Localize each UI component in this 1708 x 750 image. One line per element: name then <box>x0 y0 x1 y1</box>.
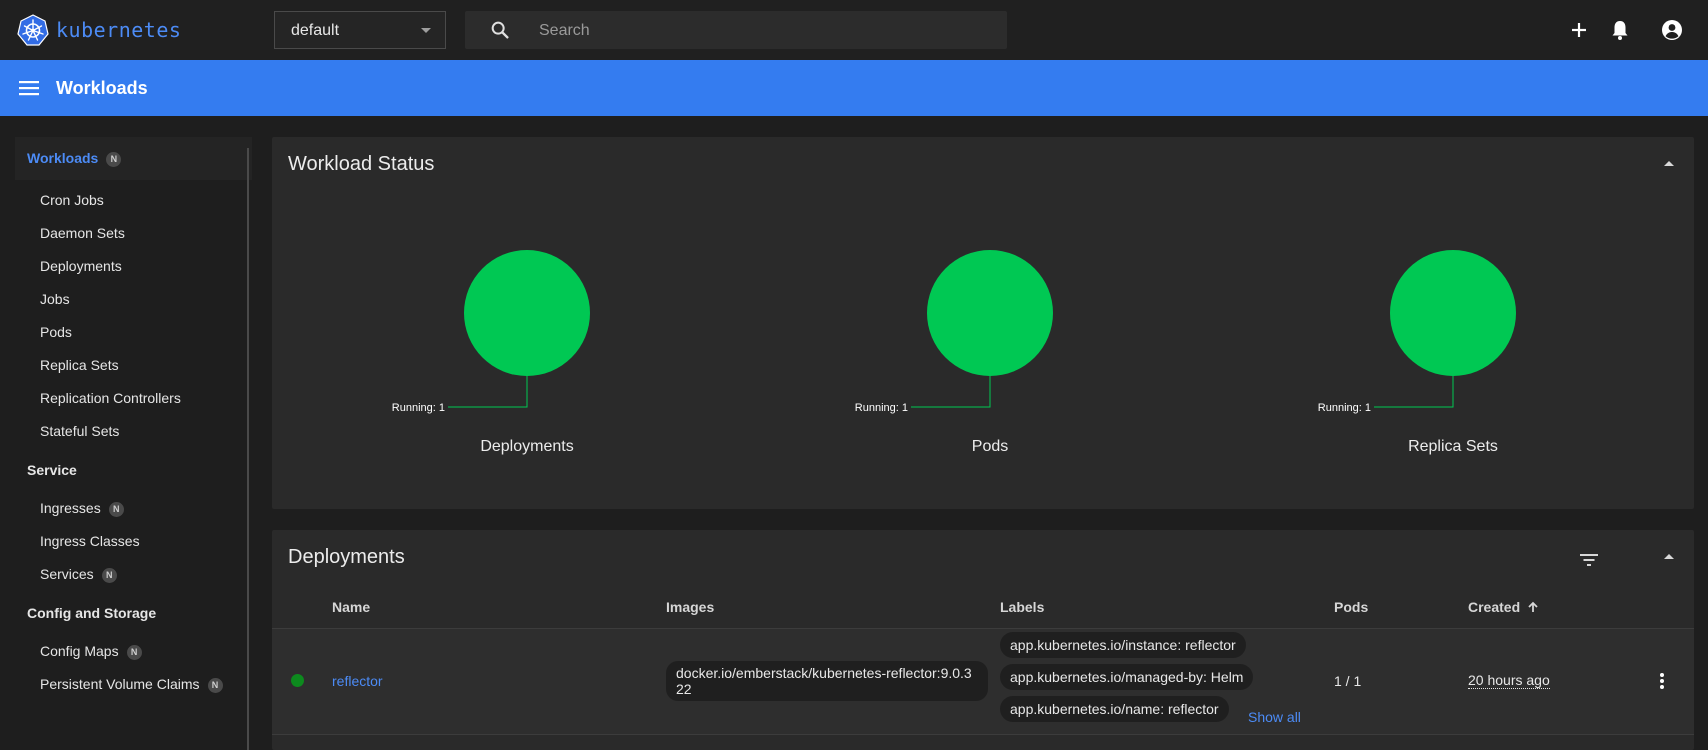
sidebar-item-label: Persistent Volume Claims <box>40 676 200 692</box>
sidebar-item-deployments[interactable]: Deployments <box>15 258 265 274</box>
account-icon[interactable] <box>1660 18 1684 42</box>
column-header-labels: Labels <box>1000 599 1045 615</box>
search-input[interactable] <box>537 11 981 51</box>
brand-name[interactable]: kubernetes <box>56 18 181 42</box>
column-header-label: Created <box>1468 599 1521 615</box>
more-vert-icon[interactable] <box>1652 671 1672 691</box>
namespace-value: default <box>291 22 340 39</box>
pie-slice-running[interactable] <box>927 250 1053 376</box>
column-header-name[interactable]: Name <box>332 599 370 615</box>
add-icon[interactable] <box>1567 18 1591 42</box>
sidebar-item-ingress-classes[interactable]: Ingress Classes <box>15 533 265 549</box>
collapse-icon[interactable] <box>1664 554 1674 559</box>
sidebar-item-pods[interactable]: Pods <box>15 324 265 340</box>
label-chip: app.kubernetes.io/managed-by: Helm <box>1000 664 1254 690</box>
legend-leader-line <box>1374 376 1454 408</box>
label-chip: app.kubernetes.io/name: reflector <box>1000 696 1229 722</box>
pie-slice-running[interactable] <box>464 250 590 376</box>
legend-running: Running: 1 <box>1318 402 1371 414</box>
namespaced-badge: N <box>207 678 223 693</box>
top-bar: kubernetes default <box>0 0 1708 60</box>
sort-ascending-icon <box>1528 601 1538 612</box>
sidebar-item-config-maps[interactable]: Config Maps N <box>15 643 265 660</box>
workload-status-card: Workload Status Running: 1 Deployments R… <box>272 137 1694 509</box>
namespaced-badge: N <box>126 645 142 660</box>
pods-count: 1 / 1 <box>1334 673 1362 689</box>
pie-chart: Running: 1 <box>1318 250 1516 414</box>
pie-chart: Running: 1 <box>855 250 1053 414</box>
deployments-card: Deployments Name Images Labels Pods Crea… <box>272 530 1694 750</box>
namespace-select[interactable]: default <box>274 11 446 49</box>
card-title: Deployments <box>288 546 405 568</box>
show-all-labels-link[interactable]: Show all <box>1248 709 1301 725</box>
deployment-name-link[interactable]: reflector <box>332 673 383 689</box>
label-chip: app.kubernetes.io/instance: reflector <box>1000 632 1246 658</box>
column-header-pods: Pods <box>1334 599 1369 615</box>
collapse-icon[interactable] <box>1664 161 1674 166</box>
chart-name: Replica Sets <box>1408 438 1498 455</box>
chart-name: Pods <box>971 438 1009 455</box>
sidebar-item-workloads[interactable]: Workloads N <box>15 137 252 180</box>
legend-running: Running: 1 <box>855 402 908 414</box>
page-title: Workloads <box>56 78 148 98</box>
caret-down-icon <box>421 28 431 33</box>
search-icon <box>491 21 509 39</box>
sidebar-item-jobs[interactable]: Jobs <box>15 291 265 307</box>
bell-icon[interactable] <box>1608 18 1632 42</box>
created-time: 20 hours ago <box>1468 672 1550 689</box>
sidebar-item-ingresses[interactable]: Ingresses N <box>15 500 265 517</box>
table-row[interactable]: reflector docker.io/emberstack/kubernete… <box>272 629 1694 735</box>
sidebar-item-replica-sets[interactable]: Replica Sets <box>15 357 265 373</box>
sidebar: Workloads N Cron Jobs Daemon Sets Deploym… <box>15 137 252 750</box>
pie-chart: Running: 1 <box>392 250 590 414</box>
kubernetes-logo-icon[interactable] <box>17 14 49 46</box>
namespaced-badge: N <box>101 568 117 583</box>
sidebar-item-label: Ingresses <box>40 500 101 516</box>
pie-slice-running[interactable] <box>1390 250 1516 376</box>
legend-running: Running: 1 <box>392 402 445 414</box>
sidebar-item-replication-controllers[interactable]: Replication Controllers <box>15 390 265 406</box>
search-box <box>465 11 1007 51</box>
sidebar-item-daemon-sets[interactable]: Daemon Sets <box>15 225 265 241</box>
sidebar-section-config-and-storage[interactable]: Config and Storage <box>15 605 252 621</box>
sidebar-item-cron-jobs[interactable]: Cron Jobs <box>15 192 265 208</box>
status-running-icon <box>291 674 304 687</box>
legend-leader-line <box>911 376 991 408</box>
sidebar-divider[interactable] <box>247 148 249 750</box>
sidebar-item-persistent-volume-claims[interactable]: Persistent Volume Claims N <box>15 676 265 693</box>
sidebar-section-service[interactable]: Service <box>15 462 252 478</box>
sidebar-item-label: Services <box>40 566 94 582</box>
sidebar-item-services[interactable]: Services N <box>15 566 265 583</box>
deployments-status-chart: Running: 1 Deployments <box>390 247 650 497</box>
image-chip: docker.io/emberstack/kubernetes-reflecto… <box>666 661 988 701</box>
filter-icon[interactable] <box>1578 549 1600 571</box>
legend-leader-line <box>448 376 528 408</box>
replica-sets-status-chart: Running: 1 Replica Sets <box>1316 247 1576 497</box>
column-header-created[interactable]: Created <box>1468 599 1539 615</box>
menu-icon[interactable] <box>18 77 40 99</box>
column-header-images: Images <box>666 599 715 615</box>
namespaced-badge: N <box>106 152 122 167</box>
card-title: Workload Status <box>288 153 435 175</box>
sidebar-item-stateful-sets[interactable]: Stateful Sets <box>15 423 265 439</box>
pods-status-chart: Running: 1 Pods <box>853 247 1113 497</box>
page-header: Workloads <box>0 60 1708 116</box>
namespaced-badge: N <box>108 502 124 517</box>
sidebar-item-label: Workloads <box>27 150 99 166</box>
sidebar-item-label: Config Maps <box>40 643 119 659</box>
sidebar-item-label: Ingress Classes <box>40 533 140 549</box>
chart-name: Deployments <box>480 438 574 455</box>
